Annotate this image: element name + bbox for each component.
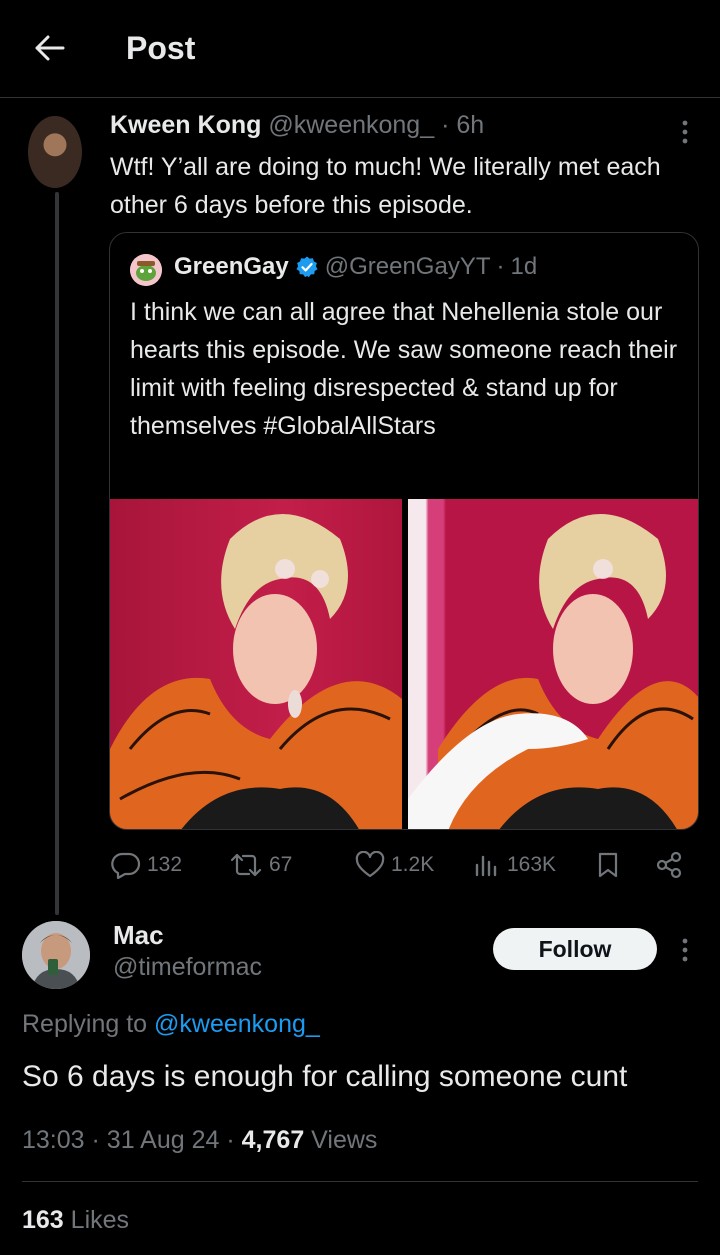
quote-author-name[interactable]: GreenGay — [174, 253, 289, 281]
share-button[interactable] — [654, 845, 684, 885]
like-button[interactable]: 1.2K — [355, 845, 434, 885]
media-image-left[interactable] — [110, 499, 402, 829]
quote-avatar[interactable] — [130, 254, 162, 286]
avatar[interactable] — [22, 921, 90, 989]
separator-dot: · — [496, 253, 505, 280]
reply-button[interactable]: 132 — [111, 845, 182, 885]
tweet-time[interactable]: 6h — [456, 111, 484, 139]
back-button[interactable] — [30, 28, 70, 68]
quote-header: GreenGay @GreenGayYT · 1d — [174, 253, 537, 281]
repost-count: 67 — [269, 853, 293, 876]
frog-avatar-icon — [130, 254, 162, 286]
separator-dot: · — [226, 1126, 235, 1154]
repost-button[interactable]: 67 — [229, 845, 292, 885]
like-count: 1.2K — [391, 853, 435, 876]
likes-count: 163 — [22, 1206, 64, 1234]
comment-icon — [111, 852, 141, 879]
author-handle[interactable]: @timeformac — [113, 953, 262, 982]
views-count: 163K — [507, 853, 557, 876]
share-icon — [656, 851, 682, 879]
separator-dot: · — [91, 1126, 100, 1154]
bookmark-button[interactable] — [595, 845, 621, 885]
more-options-button[interactable] — [670, 117, 700, 147]
views-button[interactable]: 163K — [473, 845, 556, 885]
more-vertical-icon — [682, 938, 688, 962]
drag-queen-photo — [110, 514, 402, 829]
quote-text: I think we can all agree that Nehellenia… — [130, 298, 678, 440]
more-options-button[interactable] — [670, 935, 700, 965]
repost-icon — [230, 853, 262, 877]
analytics-icon — [475, 855, 497, 877]
author-name[interactable]: Mac — [113, 920, 164, 951]
tweet-header: Kween Kong @kweenkong_ · 6h — [110, 111, 484, 140]
thread-line — [55, 192, 59, 915]
profile-photo — [22, 921, 90, 989]
post-time[interactable]: 13:03 — [22, 1126, 85, 1154]
quote-time[interactable]: 1d — [510, 253, 537, 281]
heart-icon — [355, 851, 385, 878]
reply-count: 132 — [147, 853, 183, 876]
author-name[interactable]: Kween Kong — [110, 111, 261, 139]
media-image-right[interactable] — [408, 499, 698, 829]
follow-button[interactable]: Follow — [493, 928, 657, 970]
quoted-tweet[interactable]: GreenGay @GreenGayYT · 1d I think we can… — [109, 232, 699, 830]
post-date[interactable]: 31 Aug 24 — [107, 1126, 220, 1154]
verified-badge-icon — [296, 256, 318, 278]
post-text: So 6 days is enough for calling someone … — [22, 1060, 628, 1093]
quote-author-handle[interactable]: @GreenGayYT — [325, 253, 491, 281]
replying-handle-link[interactable]: @kweenkong_ — [154, 1010, 320, 1038]
separator-dot: · — [441, 111, 450, 139]
avatar[interactable] — [28, 116, 82, 188]
replying-prefix: Replying to — [22, 1010, 155, 1038]
post-meta: 13:03 · 31 Aug 24 · 4,767 Views — [22, 1126, 377, 1155]
top-bar: Post — [0, 0, 720, 98]
views-count: 4,767 — [241, 1126, 305, 1154]
arrow-left-icon — [35, 35, 65, 61]
divider — [22, 1181, 698, 1182]
views-label: Views — [304, 1126, 378, 1154]
drag-queen-photo — [408, 514, 698, 829]
more-vertical-icon — [682, 120, 688, 144]
likes-label: Likes — [63, 1206, 130, 1234]
action-bar: 132 67 1.2K 163K — [109, 845, 700, 885]
likes-summary[interactable]: 163 Likes — [22, 1206, 129, 1235]
page-title: Post — [126, 30, 196, 66]
tweet-text: Wtf! Y’all are doing to much! We literal… — [110, 153, 661, 219]
quote-media[interactable] — [110, 499, 698, 829]
replying-to: Replying to @kweenkong_ — [22, 1010, 320, 1039]
bookmark-icon — [598, 852, 618, 878]
author-handle[interactable]: @kweenkong_ — [268, 111, 434, 139]
